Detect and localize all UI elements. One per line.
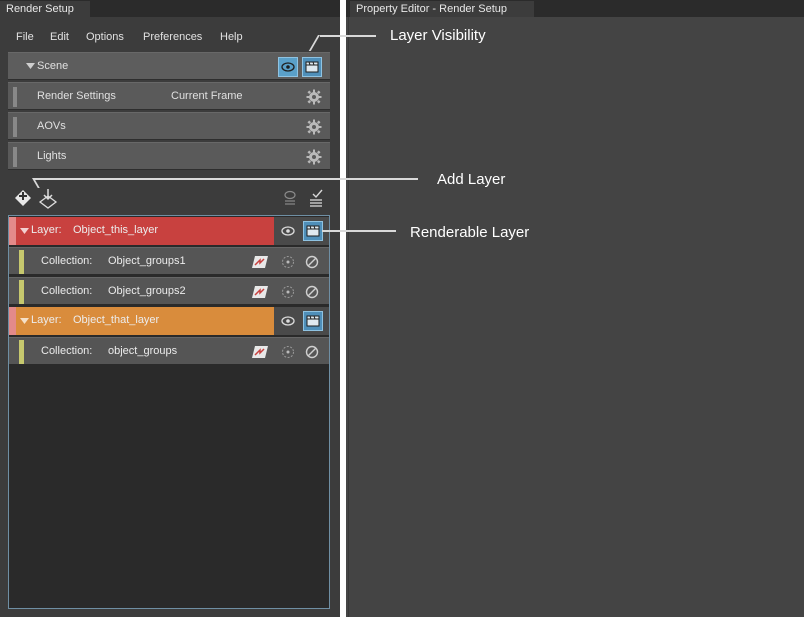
callout-line [320,35,376,37]
layer-prefix: Layer: [31,314,62,326]
disable-icon[interactable] [305,345,319,359]
renderable-layer-button[interactable] [303,221,323,241]
add-layer-annotation: Add Layer [437,171,506,188]
layer-visibility-annotation: Layer Visibility [390,27,486,44]
lights-row[interactable]: Lights [8,142,330,170]
select-all-icon[interactable] [307,189,325,209]
eye-icon [281,62,295,72]
expand-triangle-icon[interactable] [20,228,29,235]
layer-name: Object_this_layer [73,224,158,236]
callout-line [322,230,396,232]
menu-file[interactable]: File [16,30,34,44]
collection-row[interactable]: Collection: Object_groups1 [9,247,329,275]
drag-handle-icon[interactable] [13,117,17,137]
left-tab-bar: Render Setup [0,0,340,17]
add-layer-icon[interactable] [12,187,34,211]
drag-handle-icon[interactable] [13,147,17,167]
collection-color-strip [19,250,24,274]
layer-color-strip [9,307,16,335]
render-settings-value: Current Frame [171,90,243,102]
layer-list[interactable]: Layer: Object_this_layer Collection: Obj… [8,215,330,609]
clapperboard-icon [305,61,319,73]
drag-handle-icon[interactable] [13,87,17,107]
collection-name: Object_groups1 [108,255,186,267]
isolate-icon[interactable] [281,255,295,269]
menu-options[interactable]: Options [86,30,124,44]
render-setup-tab[interactable]: Render Setup [0,1,90,17]
import-layer-icon[interactable] [38,188,58,210]
scene-label: Scene [37,60,69,72]
gear-icon[interactable] [306,89,322,105]
layer-color-strip [9,217,16,245]
menu-preferences[interactable]: Preferences [143,30,202,44]
collection-name: Object_groups2 [108,285,186,297]
renderable-layer-button[interactable] [303,311,323,331]
collection-prefix: Collection: [41,345,93,357]
expand-triangle-icon[interactable] [20,318,29,325]
layer-row[interactable]: Layer: Object_that_layer [9,307,329,335]
override-icon[interactable] [251,345,269,359]
layer-name: Object_that_layer [73,314,160,326]
clapperboard-icon [306,315,320,327]
right-tab-bar: Property Editor - Render Setup [346,0,804,17]
gear-icon[interactable] [306,149,322,165]
menu-edit[interactable]: Edit [50,30,69,44]
lights-label: Lights [37,150,67,162]
collection-row[interactable]: Collection: object_groups [9,337,329,365]
render-settings-row[interactable]: Render Settings Current Frame [8,82,330,110]
layer-visibility-toggle-icon[interactable] [282,189,298,209]
disable-icon[interactable] [305,285,319,299]
override-icon[interactable] [251,255,269,269]
collection-name: object_groups [108,345,178,357]
aovs-label: AOVs [37,120,66,132]
collection-color-strip [19,340,24,364]
callout-line [34,178,418,180]
property-editor-content [348,17,804,617]
isolate-icon[interactable] [281,345,295,359]
render-setup-window: Render Setup File Edit Options Preferenc… [0,0,340,617]
scene-renderable-button[interactable] [302,57,322,77]
disable-icon[interactable] [305,255,319,269]
eye-icon[interactable] [279,312,297,330]
expand-triangle-icon[interactable] [26,63,35,70]
isolate-icon[interactable] [281,285,295,299]
clapperboard-icon [306,225,320,237]
eye-icon[interactable] [279,222,297,240]
gear-icon[interactable] [306,119,322,135]
menu-help[interactable]: Help [220,30,243,44]
aovs-row[interactable]: AOVs [8,112,330,140]
layer-prefix: Layer: [31,224,62,236]
render-settings-label: Render Settings [37,90,116,102]
collection-prefix: Collection: [41,255,93,267]
property-editor-tab[interactable]: Property Editor - Render Setup [350,1,534,17]
scene-visibility-button[interactable] [278,57,298,77]
collection-prefix: Collection: [41,285,93,297]
layer-row[interactable]: Layer: Object_this_layer [9,217,329,245]
override-icon[interactable] [251,285,269,299]
renderable-layer-annotation: Renderable Layer [410,224,530,241]
collection-color-strip [19,280,24,304]
scene-row[interactable]: Scene [8,52,330,80]
collection-row[interactable]: Collection: Object_groups2 [9,277,329,305]
